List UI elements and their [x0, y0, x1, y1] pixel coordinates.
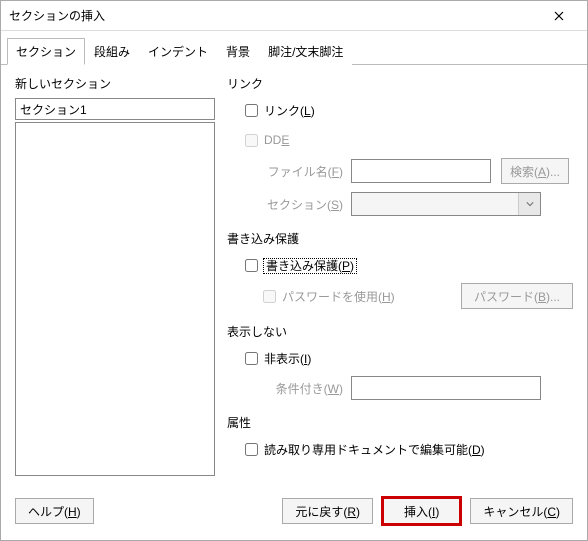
- link-group: リンク リンク(L) DDE ファイル名(F) 検索(A)... セクション(S…: [227, 75, 573, 216]
- protect-checkbox-label: 書き込み保護(P): [264, 257, 356, 274]
- filename-input[interactable]: [351, 159, 491, 183]
- condition-input[interactable]: [351, 376, 541, 400]
- dialog-title: セクションの挿入: [9, 7, 539, 24]
- editable-checkbox-label: 読み取り専用ドキュメントで編集可能(D): [264, 441, 485, 458]
- left-column: 新しいセクション: [15, 75, 215, 476]
- protect-group: 書き込み保護 書き込み保護(P) パスワードを使用(H) パスワード(B)...: [227, 230, 573, 309]
- content-area: 新しいセクション リンク リンク(L) DDE ファイル名(F): [1, 65, 587, 486]
- close-button[interactable]: [539, 2, 579, 30]
- help-button[interactable]: ヘルプ(H): [15, 498, 94, 524]
- tab-footnotes[interactable]: 脚注/文末脚注: [259, 38, 352, 65]
- protect-group-label: 書き込み保護: [227, 230, 573, 247]
- right-column: リンク リンク(L) DDE ファイル名(F) 検索(A)... セクション(S…: [227, 75, 573, 476]
- tab-indent[interactable]: インデント: [139, 38, 217, 65]
- close-icon: [554, 11, 564, 21]
- dde-checkbox: [245, 134, 258, 147]
- tab-columns[interactable]: 段組み: [85, 38, 139, 65]
- password-button: パスワード(B)...: [461, 283, 573, 309]
- reset-button[interactable]: 元に戻す(R): [282, 498, 373, 524]
- condition-label: 条件付き(W): [263, 380, 343, 397]
- usepw-checkbox: [263, 290, 276, 303]
- link-section-select: [351, 192, 541, 216]
- browse-button: 検索(A)...: [501, 158, 569, 184]
- protect-checkbox[interactable]: [245, 259, 258, 272]
- insert-button[interactable]: 挿入(I): [381, 496, 462, 526]
- footer: ヘルプ(H) 元に戻す(R) 挿入(I) キャンセル(C): [1, 486, 587, 540]
- hide-group: 表示しない 非表示(I) 条件付き(W): [227, 323, 573, 400]
- usepw-checkbox-label: パスワードを使用(H): [282, 288, 395, 305]
- section-name-input[interactable]: [15, 98, 215, 120]
- link-group-label: リンク: [227, 75, 573, 92]
- link-checkbox[interactable]: [245, 104, 258, 117]
- tab-background[interactable]: 背景: [217, 38, 259, 65]
- new-section-label: 新しいセクション: [15, 75, 215, 92]
- hide-group-label: 表示しない: [227, 323, 573, 340]
- section-list[interactable]: [15, 122, 215, 476]
- hide-checkbox[interactable]: [245, 352, 258, 365]
- tab-section[interactable]: セクション: [7, 38, 85, 65]
- editable-checkbox[interactable]: [245, 443, 258, 456]
- dialog-window: セクションの挿入 セクション 段組み インデント 背景 脚注/文末脚注 新しいセ…: [0, 0, 588, 541]
- attr-group: 属性 読み取り専用ドキュメントで編集可能(D): [227, 414, 573, 461]
- link-checkbox-label: リンク(L): [264, 102, 315, 119]
- dde-checkbox-label: DDE: [264, 133, 289, 147]
- attr-group-label: 属性: [227, 414, 573, 431]
- filename-label: ファイル名(F): [263, 163, 343, 180]
- titlebar: セクションの挿入: [1, 1, 587, 31]
- chevron-down-icon: [518, 193, 540, 215]
- hide-checkbox-label: 非表示(I): [264, 350, 311, 367]
- link-section-label: セクション(S): [263, 196, 343, 213]
- cancel-button[interactable]: キャンセル(C): [470, 498, 573, 524]
- tab-strip: セクション 段組み インデント 背景 脚注/文末脚注: [1, 31, 587, 65]
